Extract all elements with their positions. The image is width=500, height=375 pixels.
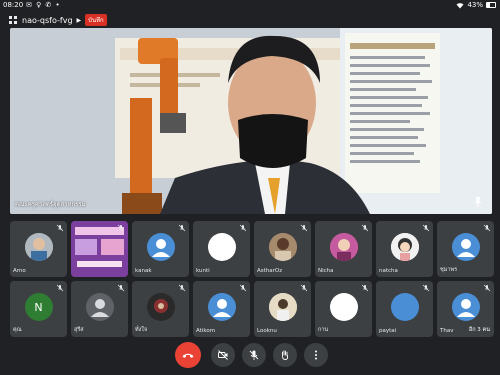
recording-badge: บันทึก bbox=[85, 14, 107, 26]
avatar bbox=[268, 293, 297, 321]
camera-off-icon bbox=[218, 350, 228, 360]
participant-name: ชุมาพร bbox=[440, 267, 458, 273]
mic-off-icon bbox=[361, 224, 369, 232]
status-time: 08:20 bbox=[3, 1, 24, 9]
letter-avatar: N bbox=[24, 293, 53, 321]
mic-off-icon bbox=[56, 224, 64, 232]
participant-name: Nicha bbox=[318, 268, 334, 274]
mic-off-icon bbox=[300, 224, 308, 232]
participant-name: Thav bbox=[440, 328, 454, 334]
mic-off-icon bbox=[483, 284, 491, 292]
participant-tile[interactable]: สุรีส bbox=[71, 281, 128, 337]
more-participants-badge[interactable]: อีก 3 คน bbox=[468, 326, 490, 334]
blank-avatar bbox=[329, 293, 358, 321]
avatar bbox=[146, 293, 175, 321]
avatar bbox=[329, 233, 358, 261]
more-vert-icon bbox=[315, 350, 317, 360]
participant-tile[interactable]: natcha bbox=[376, 221, 433, 277]
camera-toggle-button[interactable] bbox=[211, 343, 235, 367]
participant-tile[interactable]: กาน bbox=[315, 281, 372, 337]
meeting-info-icon[interactable] bbox=[8, 15, 18, 25]
mic-off-icon bbox=[249, 350, 259, 360]
mic-off-icon bbox=[422, 224, 430, 232]
participant-name: Looknu bbox=[257, 328, 277, 334]
end-call-icon bbox=[182, 353, 194, 358]
participant-name: สุรีส bbox=[74, 327, 84, 333]
raise-hand-icon bbox=[281, 350, 289, 360]
person-avatar-icon bbox=[451, 293, 480, 321]
main-speaker-video[interactable]: คณะครุศาสตร์อุตสาหกรรม bbox=[10, 28, 492, 214]
speaker-video-frame bbox=[10, 28, 492, 214]
participant-name: kunti bbox=[196, 268, 210, 274]
participant-name: kanak bbox=[135, 268, 152, 274]
mic-off-icon bbox=[239, 224, 247, 232]
chevron-right-icon[interactable]: ▶ bbox=[77, 17, 82, 24]
participant-tile[interactable]: Looknu bbox=[254, 281, 311, 337]
avatar bbox=[268, 233, 297, 261]
mic-off-icon bbox=[117, 224, 125, 232]
participant-name: ทั่งใจ bbox=[135, 327, 148, 333]
participant-tile[interactable]: kanak bbox=[132, 221, 189, 277]
call-controls bbox=[0, 340, 500, 370]
participant-tile[interactable]: Thav อีก 3 คน bbox=[437, 281, 494, 337]
mic-off-icon bbox=[361, 284, 369, 292]
mic-toggle-button[interactable] bbox=[242, 343, 266, 367]
participant-tile[interactable]: ชุมาพร bbox=[437, 221, 494, 277]
speaker-name-label: คณะครุศาสตร์อุตสาหกรรม bbox=[15, 201, 86, 208]
meeting-code[interactable]: nao-qsfo-fvg bbox=[22, 16, 73, 25]
pin-icon[interactable] bbox=[472, 196, 484, 208]
participant-tile[interactable]: Atikom bbox=[193, 281, 250, 337]
blank-avatar bbox=[390, 293, 419, 321]
person-avatar-icon bbox=[451, 233, 480, 261]
person-avatar-icon bbox=[207, 293, 236, 321]
avatar-letter: N bbox=[34, 300, 43, 314]
participant-name: กาน bbox=[318, 327, 329, 333]
participant-tile[interactable]: paytai bbox=[376, 281, 433, 337]
battery-icon bbox=[486, 2, 496, 8]
mic-off-icon bbox=[483, 224, 491, 232]
avatar bbox=[24, 233, 53, 261]
wifi-icon bbox=[456, 2, 464, 8]
participant-tile[interactable]: Nicha bbox=[315, 221, 372, 277]
cartoon-avatar bbox=[390, 233, 419, 261]
raise-hand-button[interactable] bbox=[273, 343, 297, 367]
participant-tile[interactable]: kunti bbox=[193, 221, 250, 277]
blank-avatar bbox=[207, 233, 236, 261]
mic-off-icon bbox=[239, 284, 247, 292]
participant-tile[interactable] bbox=[71, 221, 128, 277]
person-avatar-icon bbox=[146, 233, 175, 261]
participant-name: คุณ bbox=[13, 327, 22, 333]
more-options-button[interactable] bbox=[304, 343, 328, 367]
mic-off-icon bbox=[178, 284, 186, 292]
participant-name: AstharOz bbox=[257, 268, 283, 274]
participant-tile[interactable]: Arno bbox=[10, 221, 67, 277]
participant-name: Arno bbox=[13, 268, 26, 274]
person-avatar-icon bbox=[85, 293, 114, 321]
participant-name: natcha bbox=[379, 268, 398, 274]
status-right: 43% bbox=[456, 1, 496, 9]
mic-off-icon bbox=[422, 284, 430, 292]
end-call-button[interactable] bbox=[175, 342, 201, 368]
participant-tile[interactable]: ทั่งใจ bbox=[132, 281, 189, 337]
status-bar: 08:20 ✉ ♀ ✆ • 43% bbox=[0, 0, 500, 12]
participant-tile[interactable]: N คุณ bbox=[10, 281, 67, 337]
mic-off-icon bbox=[117, 284, 125, 292]
battery-percent: 43% bbox=[467, 1, 483, 9]
mic-off-icon bbox=[178, 224, 186, 232]
meeting-header: nao-qsfo-fvg ▶ บันทึก bbox=[8, 12, 107, 28]
mic-off-icon bbox=[56, 284, 64, 292]
participant-name: Atikom bbox=[196, 328, 216, 334]
participant-name: paytai bbox=[379, 328, 397, 334]
notification-icons: ✉ ♀ ✆ • bbox=[26, 1, 61, 9]
mic-off-icon bbox=[300, 284, 308, 292]
participant-tile[interactable]: AstharOz bbox=[254, 221, 311, 277]
